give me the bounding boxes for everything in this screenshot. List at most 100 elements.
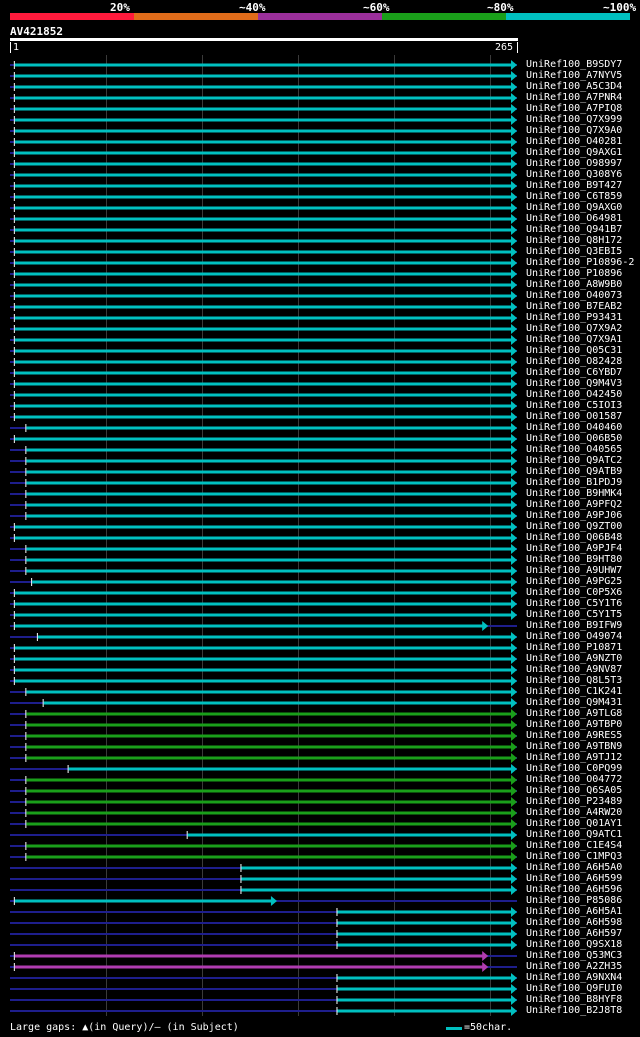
hit-arrow bbox=[511, 236, 517, 246]
subject-name[interactable]: UniRef100_A6H5A1 bbox=[526, 906, 622, 917]
subject-name[interactable]: UniRef100_B9T427 bbox=[526, 180, 622, 191]
subject-name[interactable]: UniRef100_Q7X9A2 bbox=[526, 323, 622, 334]
subject-name[interactable]: UniRef100_A9UHW7 bbox=[526, 565, 622, 576]
subject-name[interactable]: UniRef100_Q53MC3 bbox=[526, 950, 622, 961]
subject-name[interactable]: UniRef100_P10871 bbox=[526, 642, 622, 653]
subject-name[interactable]: UniRef100_O82428 bbox=[526, 356, 622, 367]
subject-name[interactable]: UniRef100_C5Y1T5 bbox=[526, 609, 622, 620]
subject-name[interactable]: UniRef100_A9NV87 bbox=[526, 664, 622, 675]
subject-name[interactable]: UniRef100_Q9ATB9 bbox=[526, 466, 622, 477]
subject-name[interactable]: UniRef100_B8HYF8 bbox=[526, 994, 622, 1005]
subject-name[interactable]: UniRef100_Q06B48 bbox=[526, 532, 622, 543]
subject-name[interactable]: UniRef100_A8W9B0 bbox=[526, 279, 622, 290]
subject-name[interactable]: UniRef100_C0P5X6 bbox=[526, 587, 622, 598]
subject-name[interactable]: UniRef100_A6H599 bbox=[526, 873, 622, 884]
subject-name[interactable]: UniRef100_B7EAB2 bbox=[526, 301, 622, 312]
subject-name[interactable]: UniRef100_Q9AXG0 bbox=[526, 202, 622, 213]
subject-name[interactable]: UniRef100_Q7X9A0 bbox=[526, 125, 622, 136]
subject-name[interactable]: UniRef100_B1PDJ9 bbox=[526, 477, 622, 488]
subject-name[interactable]: UniRef100_O49074 bbox=[526, 631, 622, 642]
hit-arrow bbox=[511, 346, 517, 356]
subject-name[interactable]: UniRef100_A9PFQ2 bbox=[526, 499, 622, 510]
subject-name[interactable]: UniRef100_Q308Y6 bbox=[526, 169, 622, 180]
hit-arrow bbox=[511, 93, 517, 103]
subject-name[interactable]: UniRef100_A9PJF4 bbox=[526, 543, 622, 554]
subject-name[interactable]: UniRef100_B9HMK4 bbox=[526, 488, 622, 499]
subject-name[interactable]: UniRef100_C1E4S4 bbox=[526, 840, 622, 851]
subject-name[interactable]: UniRef100_Q9FUI0 bbox=[526, 983, 622, 994]
subject-name[interactable]: UniRef100_Q6SA05 bbox=[526, 785, 622, 796]
subject-name[interactable]: UniRef100_Q9SX18 bbox=[526, 939, 622, 950]
subject-name[interactable]: UniRef100_O40073 bbox=[526, 290, 622, 301]
subject-name[interactable]: UniRef100_O01587 bbox=[526, 411, 622, 422]
subject-name[interactable]: UniRef100_P10896-2 bbox=[526, 257, 634, 268]
hit-arrow bbox=[511, 984, 517, 994]
subject-name[interactable]: UniRef100_A7NYV5 bbox=[526, 70, 622, 81]
subject-name[interactable]: UniRef100_C1K241 bbox=[526, 686, 622, 697]
hit-arrow bbox=[511, 170, 517, 180]
subject-name[interactable]: UniRef100_P10896 bbox=[526, 268, 622, 279]
subject-name[interactable]: UniRef100_Q7X999 bbox=[526, 114, 622, 125]
subject-name[interactable]: UniRef100_O64981 bbox=[526, 213, 622, 224]
subject-name[interactable]: UniRef100_A6H598 bbox=[526, 917, 622, 928]
subject-name[interactable]: UniRef100_A9TBN9 bbox=[526, 741, 622, 752]
hit-arrow bbox=[482, 621, 489, 631]
subject-name[interactable]: UniRef100_A9TBP0 bbox=[526, 719, 622, 730]
subject-name[interactable]: UniRef100_P23489 bbox=[526, 796, 622, 807]
subject-name[interactable]: UniRef100_C6YBD7 bbox=[526, 367, 622, 378]
subject-name[interactable]: UniRef100_O04772 bbox=[526, 774, 622, 785]
subject-name[interactable]: UniRef100_A7PNR4 bbox=[526, 92, 622, 103]
subject-name[interactable]: UniRef100_O42450 bbox=[526, 389, 622, 400]
subject-name[interactable]: UniRef100_A9RES5 bbox=[526, 730, 622, 741]
hit-arrow bbox=[511, 82, 517, 92]
subject-name[interactable]: UniRef100_O40460 bbox=[526, 422, 622, 433]
subject-name[interactable]: UniRef100_Q9M431 bbox=[526, 697, 622, 708]
subject-name[interactable]: UniRef100_A4RW20 bbox=[526, 807, 622, 818]
subject-name[interactable]: UniRef100_Q9ATC1 bbox=[526, 829, 622, 840]
subject-name[interactable]: UniRef100_C1MPQ3 bbox=[526, 851, 622, 862]
subject-name[interactable]: UniRef100_A9NZT0 bbox=[526, 653, 622, 664]
subject-name[interactable]: UniRef100_O40281 bbox=[526, 136, 622, 147]
subject-name[interactable]: UniRef100_B2J8T8 bbox=[526, 1005, 622, 1016]
subject-name[interactable]: UniRef100_Q01AY1 bbox=[526, 818, 622, 829]
subject-name[interactable]: UniRef100_Q9ZT00 bbox=[526, 521, 622, 532]
subject-name[interactable]: UniRef100_A9NXN4 bbox=[526, 972, 622, 983]
subject-name[interactable]: UniRef100_O98997 bbox=[526, 158, 622, 169]
subject-name[interactable]: UniRef100_Q8H172 bbox=[526, 235, 622, 246]
hit-arrow bbox=[511, 379, 517, 389]
subject-name[interactable]: UniRef100_A7PIQ8 bbox=[526, 103, 622, 114]
subject-name[interactable]: UniRef100_A9PG25 bbox=[526, 576, 622, 587]
subject-name[interactable]: UniRef100_B9IFW9 bbox=[526, 620, 622, 631]
subject-name[interactable]: UniRef100_C5IOI3 bbox=[526, 400, 622, 411]
subject-name[interactable]: UniRef100_Q9AXG1 bbox=[526, 147, 622, 158]
subject-name[interactable]: UniRef100_A9PJ06 bbox=[526, 510, 622, 521]
subject-name[interactable]: UniRef100_P93431 bbox=[526, 312, 622, 323]
subject-name[interactable]: UniRef100_Q9M4V3 bbox=[526, 378, 622, 389]
subject-name[interactable]: UniRef100_Q8L5T3 bbox=[526, 675, 622, 686]
alignment-plot: UniRef100_B9SDY7 UniRef100_A7NYV5 UniRef10… bbox=[0, 0, 640, 1037]
hit-arrow bbox=[511, 225, 517, 235]
subject-name[interactable]: UniRef100_A6H597 bbox=[526, 928, 622, 939]
hit-arrow bbox=[511, 577, 517, 587]
subject-name[interactable]: UniRef100_Q9ATC2 bbox=[526, 455, 622, 466]
subject-name[interactable]: UniRef100_A6H5A0 bbox=[526, 862, 622, 873]
subject-name[interactable]: UniRef100_Q06B50 bbox=[526, 433, 622, 444]
subject-name[interactable]: UniRef100_Q05C31 bbox=[526, 345, 622, 356]
hit-arrow bbox=[511, 709, 517, 719]
hit-arrow bbox=[511, 643, 517, 653]
subject-name[interactable]: UniRef100_A5C3D4 bbox=[526, 81, 622, 92]
subject-name[interactable]: UniRef100_A2ZH35 bbox=[526, 961, 622, 972]
subject-name[interactable]: UniRef100_A6H596 bbox=[526, 884, 622, 895]
subject-name[interactable]: UniRef100_P85086 bbox=[526, 895, 622, 906]
subject-name[interactable]: UniRef100_Q941B7 bbox=[526, 224, 622, 235]
subject-name[interactable]: UniRef100_C5Y1T6 bbox=[526, 598, 622, 609]
subject-name[interactable]: UniRef100_A9TJ12 bbox=[526, 752, 622, 763]
subject-name[interactable]: UniRef100_C6T859 bbox=[526, 191, 622, 202]
subject-name[interactable]: UniRef100_A9TLG8 bbox=[526, 708, 622, 719]
subject-name[interactable]: UniRef100_B9SDY7 bbox=[526, 59, 622, 70]
subject-name[interactable]: UniRef100_B9HT80 bbox=[526, 554, 622, 565]
subject-name[interactable]: UniRef100_Q7X9A1 bbox=[526, 334, 622, 345]
subject-name[interactable]: UniRef100_O40565 bbox=[526, 444, 622, 455]
subject-name[interactable]: UniRef100_C0PQ99 bbox=[526, 763, 622, 774]
subject-name[interactable]: UniRef100_Q3EBI5 bbox=[526, 246, 622, 257]
